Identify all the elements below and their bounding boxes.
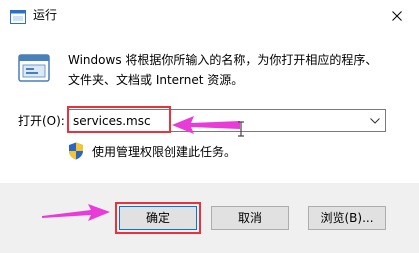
open-label: 打开(O): [18, 114, 65, 128]
close-icon [392, 11, 402, 21]
description-line: 文件夹、文档或 Internet 资源。 [68, 73, 244, 87]
text-cursor-icon [238, 121, 244, 137]
run-dialog-icon [18, 54, 50, 86]
description-line: Windows 将根据你所输入的名称，为你打开相应的程序、 [68, 53, 378, 67]
run-app-icon [10, 9, 26, 28]
ok-highlight-box [115, 202, 201, 234]
description: Windows 将根据你所输入的名称，为你打开相应的程序、 文件夹、文档或 In… [68, 50, 408, 90]
chevron-down-icon [370, 117, 380, 124]
close-button[interactable] [375, 0, 419, 32]
title-bar: 运行 [0, 0, 419, 32]
browse-button[interactable]: 浏览(B)... [308, 206, 386, 230]
cancel-button[interactable]: 取消 [211, 206, 289, 230]
window-title: 运行 [33, 8, 58, 22]
dropdown-button[interactable] [365, 110, 385, 131]
admin-note: 使用管理权限创建此任务。 [92, 145, 237, 159]
annotation-arrow-input [172, 116, 240, 134]
annotation-arrow-ok [42, 204, 110, 221]
input-highlight-box [67, 106, 171, 133]
uac-shield-icon [68, 142, 84, 164]
